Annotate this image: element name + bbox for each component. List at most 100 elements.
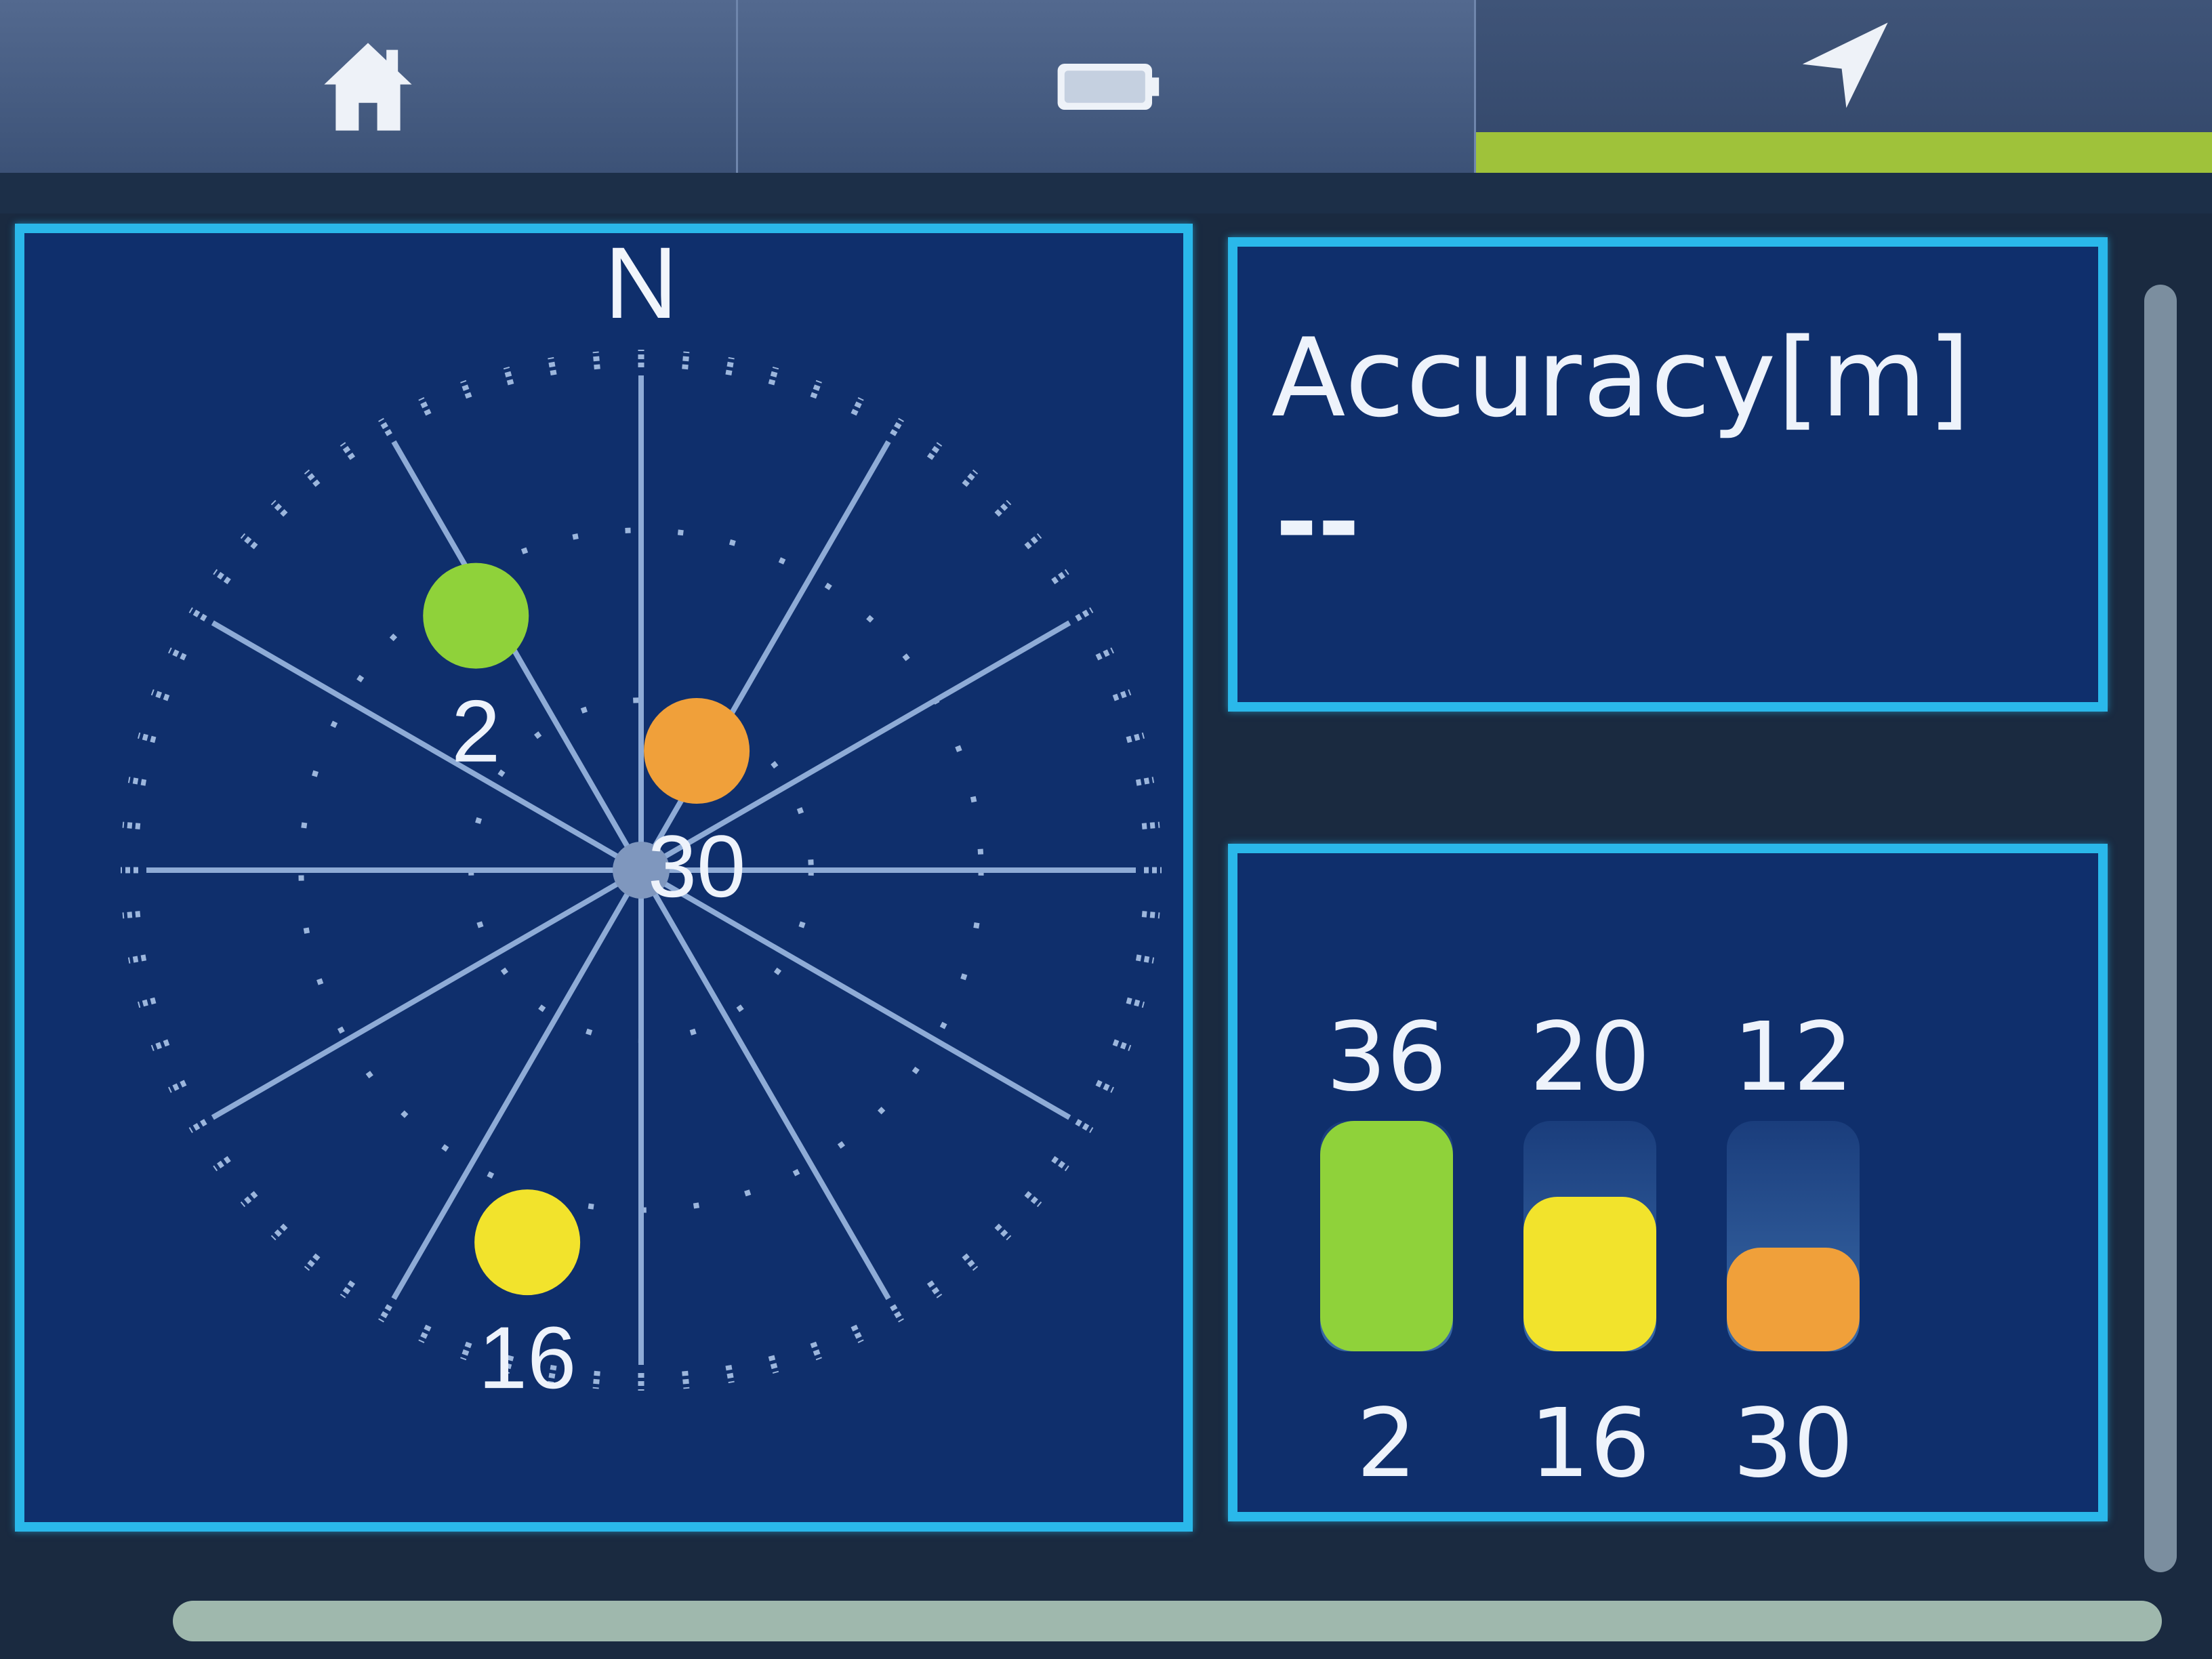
outer-tick <box>1095 1080 1114 1093</box>
outer-tick <box>962 469 979 487</box>
horizontal-scrollbar[interactable] <box>173 1601 2162 1641</box>
outer-tick <box>994 499 1012 517</box>
outer-tick <box>240 1191 258 1208</box>
outer-tick <box>340 1280 356 1298</box>
outer-tick <box>168 647 187 661</box>
outer-tick <box>592 1370 600 1389</box>
snr-bar-fill <box>1727 1248 1860 1351</box>
tab-bar <box>0 0 2212 173</box>
outer-tick <box>890 417 904 436</box>
snr-bar-track <box>1320 1121 1453 1351</box>
outer-tick <box>962 1253 979 1271</box>
header-strip <box>0 173 2212 213</box>
snr-value: 36 <box>1326 1002 1448 1113</box>
outer-tick <box>304 469 321 487</box>
outer-tick <box>810 380 822 399</box>
outer-tick <box>127 954 147 964</box>
outer-tick <box>1141 911 1160 919</box>
outer-tick <box>810 1341 822 1361</box>
outer-tick <box>1051 1155 1069 1172</box>
signal-bar-sat-2: 12 30 <box>1719 853 1868 1512</box>
navigation-arrow-icon <box>1802 22 1888 108</box>
outer-tick <box>994 1223 1012 1241</box>
outer-tick <box>1126 732 1145 743</box>
outer-tick <box>138 997 157 1008</box>
outer-tick <box>1135 954 1155 964</box>
outer-tick <box>418 397 432 416</box>
home-icon <box>324 42 412 131</box>
outer-tick <box>503 367 514 386</box>
sat-id: 2 <box>1356 1389 1417 1499</box>
outer-tick <box>1112 1039 1132 1051</box>
accuracy-value: -- <box>1275 464 1360 581</box>
satellite-label: 16 <box>478 1308 577 1407</box>
signal-bar-sat-0: 36 2 <box>1312 853 1461 1512</box>
outer-tick <box>926 1280 943 1298</box>
outer-tick <box>270 499 288 517</box>
battery-icon <box>1057 63 1160 110</box>
sat-id: 30 <box>1732 1389 1854 1499</box>
outer-tick <box>725 1364 735 1384</box>
outer-tick <box>240 533 258 550</box>
outer-tick <box>168 1080 187 1093</box>
outer-tick <box>150 1039 170 1051</box>
outer-tick <box>150 689 170 701</box>
outer-tick <box>213 1155 231 1172</box>
outer-tick <box>378 1304 392 1323</box>
outer-tick <box>1126 997 1145 1008</box>
outer-tick <box>1075 1119 1094 1133</box>
skyplot: 2 30 16 N <box>121 233 1162 1407</box>
outer-tick <box>1075 607 1094 621</box>
outer-tick <box>188 1119 207 1133</box>
outer-tick <box>725 356 735 376</box>
satellite-dot <box>423 562 529 669</box>
outer-tick <box>1095 647 1114 661</box>
accuracy-label: Accuracy[m] <box>1271 314 1972 441</box>
outer-tick <box>378 417 392 436</box>
snr-bar-fill <box>1320 1121 1453 1351</box>
signal-bar-sat-1: 20 16 <box>1515 853 1664 1512</box>
outer-tick <box>1024 1191 1042 1208</box>
tab-gps[interactable] <box>1476 0 2212 173</box>
outer-tick <box>138 732 157 743</box>
snr-bar-track <box>1523 1121 1656 1351</box>
outer-tick <box>213 569 231 585</box>
outer-tick <box>890 1304 904 1323</box>
outer-tick <box>1051 569 1069 585</box>
signal-strength-panel: 36 2 20 16 12 30 <box>1228 844 2108 1521</box>
outer-tick <box>851 1324 864 1343</box>
satellite-label: 30 <box>648 817 746 916</box>
outer-tick <box>1024 533 1042 550</box>
outer-tick <box>188 607 207 621</box>
outer-tick <box>340 442 356 460</box>
outer-tick <box>270 1223 288 1241</box>
outer-tick <box>682 351 690 370</box>
outer-tick <box>122 911 141 919</box>
outer-tick <box>418 1324 432 1343</box>
vertical-scrollbar[interactable] <box>2144 285 2177 1572</box>
outer-tick <box>682 1370 690 1389</box>
snr-bar-track <box>1727 1121 1860 1351</box>
outer-tick <box>592 351 600 370</box>
outer-tick <box>1112 689 1132 701</box>
outer-tick <box>768 367 779 386</box>
skyplot-panel: 2 30 16 N <box>15 224 1193 1532</box>
outer-tick <box>304 1253 321 1271</box>
snr-value: 12 <box>1732 1002 1854 1113</box>
sat-id: 16 <box>1529 1389 1651 1499</box>
outer-tick <box>460 1341 472 1361</box>
gps-screen: 2 30 16 N Accuracy[m] -- 36 2 20 16 12 3… <box>0 0 2212 1659</box>
outer-tick <box>926 442 943 460</box>
outer-tick <box>1135 777 1155 786</box>
north-label: N <box>605 233 678 340</box>
satellite-dot <box>644 697 750 804</box>
satellite-dot <box>474 1189 581 1296</box>
tab-status[interactable] <box>738 0 1476 173</box>
outer-tick <box>548 356 557 376</box>
outer-tick <box>122 821 141 830</box>
outer-tick <box>768 1355 779 1374</box>
snr-value: 20 <box>1529 1002 1651 1113</box>
tab-home[interactable] <box>0 0 738 173</box>
outer-tick <box>851 397 864 416</box>
outer-tick <box>460 380 472 399</box>
